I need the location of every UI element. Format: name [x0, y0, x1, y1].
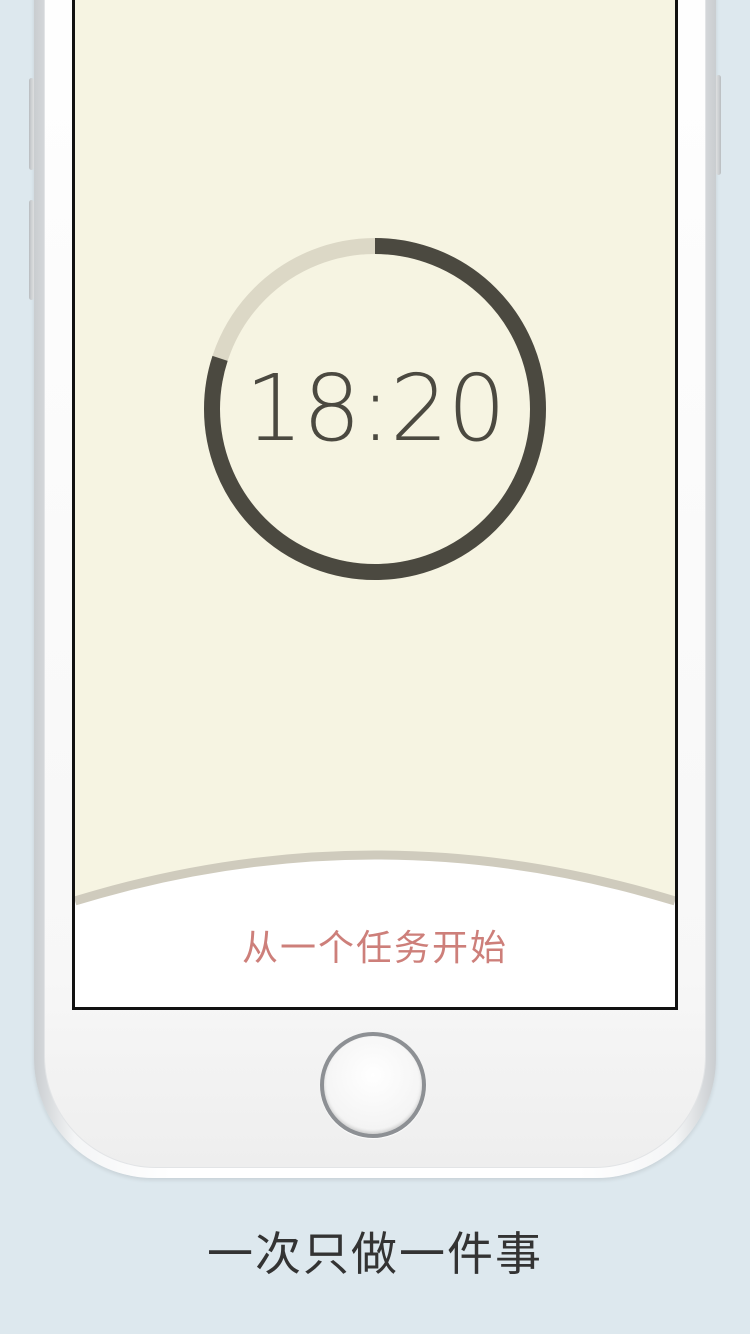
- timer-ring[interactable]: 18:20: [201, 235, 549, 583]
- timer-countdown: 18:20: [244, 355, 506, 462]
- promo-canvas: 18:20 从一个任务开始 一次只做一件事: [0, 0, 750, 1334]
- promo-caption: 一次只做一件事: [207, 1227, 543, 1281]
- app-screen: 18:20 从一个任务开始: [72, 0, 678, 1010]
- home-button: [320, 1032, 426, 1138]
- start-task-button[interactable]: 从一个任务开始: [75, 919, 675, 971]
- power-button: [716, 75, 721, 175]
